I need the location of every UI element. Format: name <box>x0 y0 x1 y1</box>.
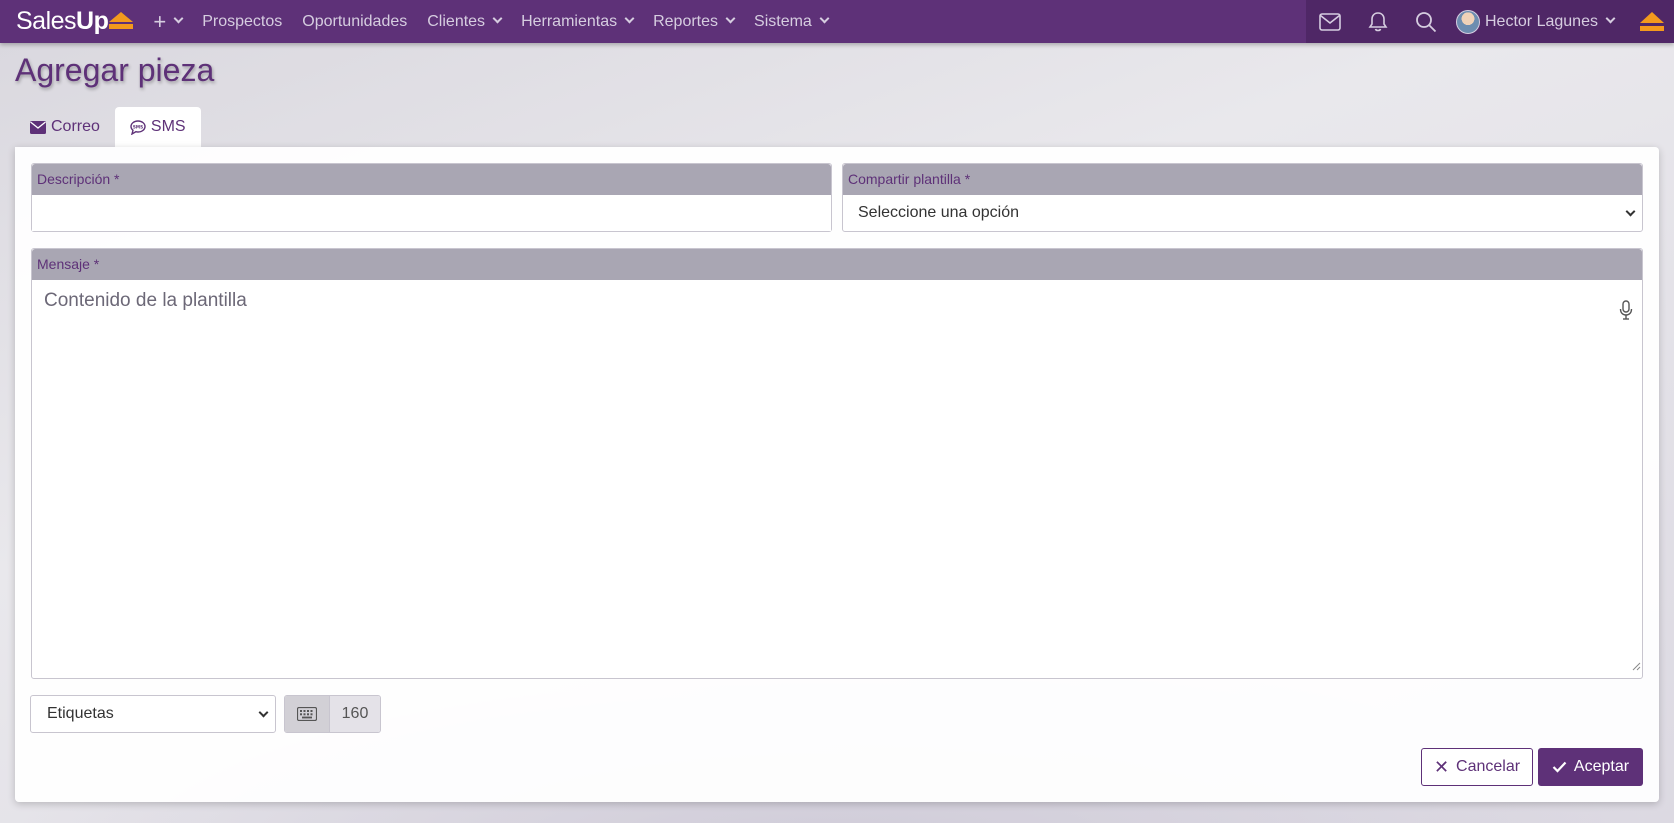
chevron-down-icon <box>725 13 736 24</box>
share-template-select[interactable]: Seleccione una opción <box>843 195 1642 231</box>
bell-icon <box>1368 11 1388 31</box>
accept-button[interactable]: Aceptar <box>1538 748 1643 786</box>
nav-label: Clientes <box>427 12 486 30</box>
tab-sms[interactable]: SMS SMS <box>114 107 201 147</box>
nav-label: Oportunidades <box>302 12 408 30</box>
navbar-right-section: Hector Lagunes <box>1306 0 1674 43</box>
resize-handle-icon[interactable] <box>1631 655 1641 677</box>
svg-text:SMS: SMS <box>133 124 143 129</box>
character-counter: 160 <box>284 695 381 733</box>
tab-label: Correo <box>51 118 100 135</box>
share-template-label: Compartir plantilla * <box>843 164 1642 195</box>
message-label: Mensaje * <box>32 249 1642 280</box>
chevron-down-icon <box>173 13 184 24</box>
logo-text-up: Up <box>76 7 109 35</box>
chevron-down-icon <box>492 13 503 24</box>
nav-label: Prospectos <box>202 12 283 30</box>
sms-icon: SMS <box>130 119 146 135</box>
envelope-icon <box>30 120 46 134</box>
notifications-button[interactable] <box>1354 0 1402 43</box>
remaining-characters: 160 <box>329 696 380 732</box>
nav-oportunidades[interactable]: Oportunidades <box>302 13 407 31</box>
share-template-field-group: Compartir plantilla * Seleccione una opc… <box>842 163 1643 232</box>
share-template-value: Seleccione una opción <box>858 204 1020 221</box>
nav-sistema[interactable]: Sistema <box>754 12 830 31</box>
chevron-down-icon <box>1625 206 1636 216</box>
user-menu[interactable]: Hector Lagunes <box>1456 9 1616 34</box>
description-label: Descripción * <box>32 164 831 195</box>
description-field-group: Descripción * <box>31 163 832 232</box>
tab-label: SMS <box>150 118 186 135</box>
nav-label: Herramientas <box>521 12 618 30</box>
nav-herramientas[interactable]: Herramientas <box>521 12 635 31</box>
tab-correo[interactable]: Correo <box>15 107 115 147</box>
plus-icon: + <box>153 8 167 34</box>
tab-bar: Correo SMS SMS <box>15 107 201 147</box>
tags-select-value: Etiquetas <box>47 705 114 722</box>
salesup-logo[interactable]: Sales Up <box>16 7 134 36</box>
avatar <box>1456 9 1480 34</box>
chevron-down-icon <box>258 707 269 717</box>
page-title: Agregar pieza <box>15 52 215 88</box>
description-input[interactable] <box>32 195 831 231</box>
salesup-brand-icon[interactable] <box>1639 11 1665 38</box>
logo-arrow-icon <box>109 11 134 29</box>
chevron-down-icon <box>1605 13 1616 24</box>
brand-arrow-icon <box>1640 12 1664 31</box>
cancel-button[interactable]: ✕ Cancelar <box>1421 748 1533 786</box>
top-navbar: Sales Up + Prospectos Oportunidades Clien… <box>0 0 1674 43</box>
envelope-icon <box>1319 12 1341 31</box>
nav-label: Reportes <box>653 12 719 30</box>
search-icon <box>1416 11 1437 32</box>
search-button[interactable] <box>1402 0 1450 43</box>
chevron-down-icon <box>819 13 830 24</box>
form-card: Descripción * Compartir plantilla * Sele… <box>15 147 1659 802</box>
mail-button[interactable] <box>1306 0 1354 43</box>
message-tools-row: Etiquetas 160 <box>30 695 381 733</box>
quick-add-menu[interactable]: + <box>153 8 184 35</box>
keyboard-icon <box>285 696 329 732</box>
logo-text-sales: Sales <box>16 7 77 35</box>
tags-select[interactable]: Etiquetas <box>30 695 276 733</box>
user-name: Hector Lagunes <box>1485 12 1598 30</box>
accept-label: Aceptar <box>1573 758 1630 775</box>
check-icon <box>1552 761 1567 773</box>
nav-clientes[interactable]: Clientes <box>427 12 503 31</box>
chevron-down-icon <box>624 13 635 24</box>
cancel-label: Cancelar <box>1456 758 1521 775</box>
message-textarea[interactable]: Contenido de la plantilla <box>32 280 1642 678</box>
nav-prospectos[interactable]: Prospectos <box>202 13 282 31</box>
microphone-icon[interactable] <box>1619 300 1633 326</box>
message-field-group: Mensaje * Contenido de la plantilla <box>31 248 1643 679</box>
message-placeholder: Contenido de la plantilla <box>44 290 247 311</box>
nav-reportes[interactable]: Reportes <box>653 12 736 31</box>
close-icon: ✕ <box>1433 756 1450 777</box>
nav-label: Sistema <box>754 12 812 30</box>
